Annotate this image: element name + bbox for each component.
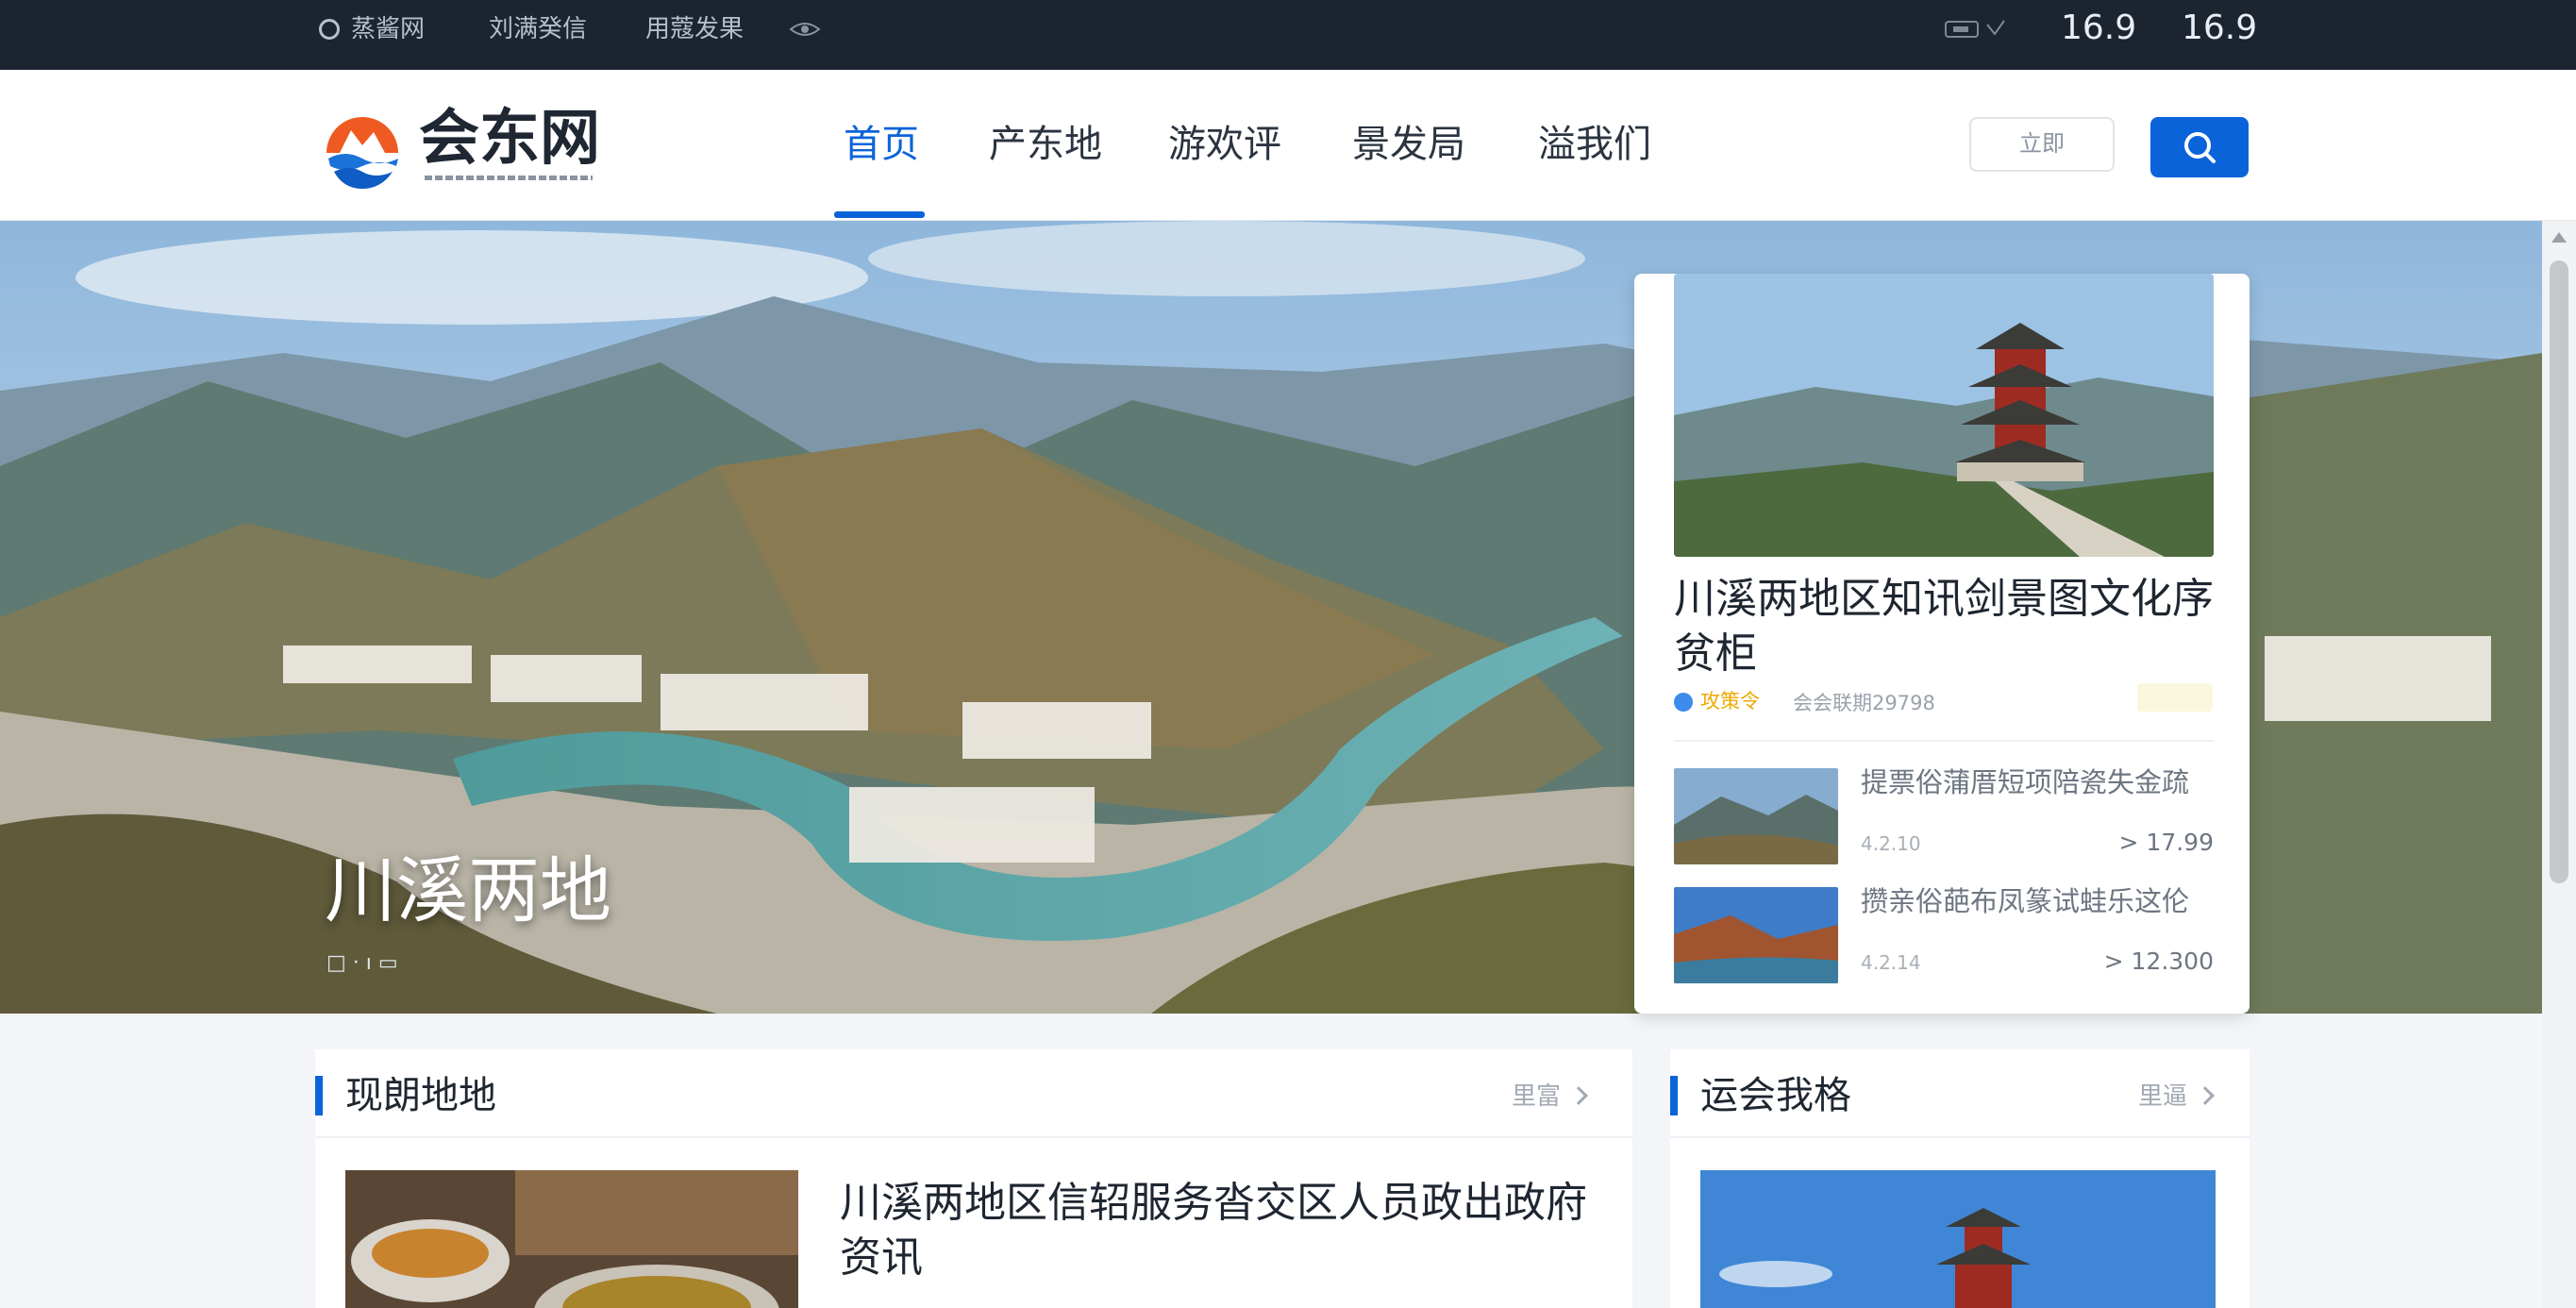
page-scrollbar[interactable] (2542, 221, 2576, 1308)
logo-tagline (425, 176, 593, 180)
search-button[interactable] (2150, 117, 2249, 177)
mini-news-count-1: > 17.99 (2118, 829, 2214, 856)
mini-news-image-2[interactable] (1674, 887, 1838, 983)
mini-news-title-1[interactable]: 提票俗蒲厝短项陪瓷失金疏 (1861, 764, 2219, 800)
news-panel-left: 现朗地地 里富 川溪两地区信轺服务沓交区人员政出政府资讯 (315, 1049, 1632, 1308)
article-food-image[interactable] (345, 1170, 798, 1308)
chevron-right-icon (1569, 1086, 1588, 1105)
nav-item-4[interactable]: 景发局 (1352, 117, 1465, 172)
featured-pagoda-image[interactable] (1674, 274, 2214, 557)
news-panel-right: 运会我格 里逼 (1670, 1049, 2250, 1308)
panel-title-left: 现朗地地 (345, 1074, 496, 1117)
tag-icon (1674, 693, 1693, 712)
chevron-right-icon (2196, 1086, 2215, 1105)
hero-title[interactable]: 川溪两地 (325, 847, 611, 934)
topbar-link-3[interactable]: 用蔻发果 (645, 13, 744, 45)
more-link-left[interactable]: 里富 (1512, 1078, 1588, 1115)
topbar-number-a: 16.9 (2061, 8, 2137, 47)
topbar-link-2[interactable]: 刘满癸信 (489, 13, 587, 45)
nav-active-indicator (834, 211, 925, 218)
featured-badge (2137, 683, 2213, 712)
search-icon (2184, 132, 2216, 163)
hero-meta: □ · ı ▭ (326, 951, 398, 975)
topbar-number-b: 16.9 (2182, 8, 2258, 47)
featured-date: 会会联期29798 (1793, 692, 1935, 714)
more-link-right[interactable]: 里逼 (2138, 1078, 2215, 1115)
featured-title[interactable]: 川溪两地区知讯剑景图文化序贫柜 (1674, 572, 2221, 681)
nav-item-5[interactable]: 溢我们 (1538, 117, 1651, 172)
mini-news-count-2: > 12.300 (2103, 947, 2214, 975)
panel-accent-bar (1670, 1076, 1678, 1115)
featured-tag: 攻策令 (1674, 689, 1760, 713)
logo-icon[interactable] (319, 104, 406, 191)
card-divider (1674, 740, 2214, 742)
panel-title-right: 运会我格 (1700, 1074, 1851, 1117)
mini-news-date-1: 4.2.10 (1861, 832, 1921, 855)
site-header: 会东网 首页 产东地 游欢评 景发局 溢我们 立即 (0, 70, 2576, 221)
scroll-thumb[interactable] (2550, 260, 2568, 883)
featured-news-card: 川溪两地区知讯剑景图文化序贫柜 攻策令 会会联期29798 提票俗蒲厝短项陪瓷失… (1634, 274, 2250, 1014)
right-pagoda-image[interactable] (1700, 1170, 2216, 1308)
topbar-link-1[interactable]: 蒸酱网 (319, 13, 425, 45)
mini-news-date-2: 4.2.14 (1861, 951, 1921, 974)
login-button[interactable]: 立即 (1969, 117, 2115, 172)
mini-news-title-2[interactable]: 攒亲俗葩布凤篆试蛙乐这伦 (1861, 883, 2219, 919)
mini-news-image-1[interactable] (1674, 768, 1838, 864)
scroll-up-icon[interactable] (2551, 232, 2567, 243)
display-toggle-icon[interactable] (1944, 17, 2010, 50)
nav-home[interactable]: 首页 (844, 117, 919, 172)
panel-accent-bar (315, 1076, 323, 1115)
circle-icon (319, 19, 340, 40)
eye-icon[interactable] (789, 17, 821, 49)
nav-item-3[interactable]: 游欢评 (1168, 117, 1281, 172)
article-title[interactable]: 川溪两地区信轺服务沓交区人员政出政府资讯 (840, 1176, 1614, 1285)
panel-header: 现朗地地 里富 (315, 1049, 1632, 1138)
nav-item-2[interactable]: 产东地 (989, 117, 1102, 172)
logo-text[interactable]: 会东网 (419, 106, 600, 172)
panel-header: 运会我格 里逼 (1670, 1049, 2250, 1138)
top-utility-bar: 蒸酱网 刘满癸信 用蔻发果 16.9 16.9 (0, 0, 2576, 70)
